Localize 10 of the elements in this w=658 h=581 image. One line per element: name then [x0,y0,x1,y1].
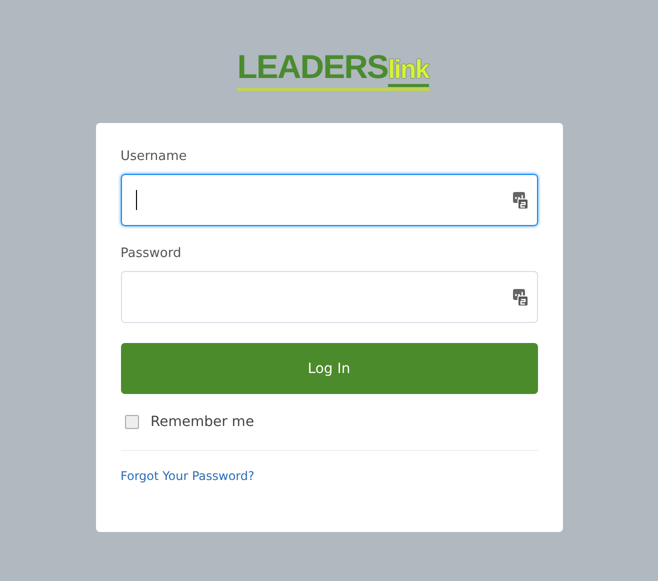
login-button[interactable]: Log In [120,343,538,394]
field-label: Username [120,149,188,164]
logo: LEADERSlink [237,48,429,91]
password-manager-icon[interactable] [512,288,528,306]
forgot-password-link[interactable]: Forgot Your Password? [120,469,254,483]
field-label: Password [120,246,182,261]
checkbox[interactable] [124,415,138,429]
input-field[interactable] [120,174,538,226]
password-manager-icon[interactable] [512,192,528,208]
checkbox-label: Remember me [150,414,254,430]
